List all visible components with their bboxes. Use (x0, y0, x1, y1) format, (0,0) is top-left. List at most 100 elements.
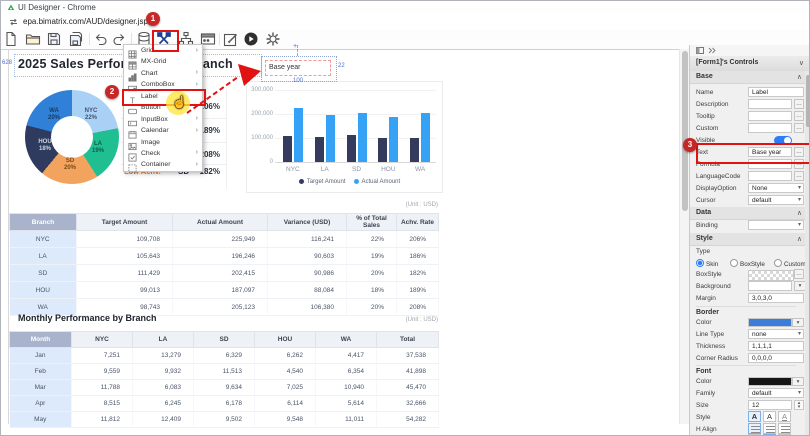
swap-icon[interactable] (9, 18, 18, 26)
prop-row-type-options: Skin BoxStyle Custom (690, 257, 806, 269)
font-color-swatch[interactable] (748, 377, 792, 386)
data-grid[interactable]: MonthNYCLASDHOUWATotalJan7,25113,2796,32… (9, 331, 439, 428)
align-center-button[interactable] (763, 423, 776, 434)
font-size-stepper[interactable]: ▴▾ (794, 400, 804, 410)
menu-item-inputbox[interactable]: InputBox› (124, 114, 202, 125)
languagecode-input[interactable] (748, 171, 792, 181)
displayoption-select[interactable]: None▾ (748, 183, 804, 193)
chevron-down-icon[interactable]: ∨ (799, 59, 804, 67)
legend-dot-icon (354, 179, 359, 184)
collapse-icon[interactable] (708, 47, 716, 54)
gridline (275, 90, 436, 91)
canvas-scrollbar[interactable] (679, 49, 689, 424)
text-input[interactable]: Base year (748, 147, 792, 157)
open-folder-button[interactable] (25, 31, 41, 47)
more-button[interactable]: … (794, 123, 804, 133)
more-button[interactable]: … (794, 99, 804, 109)
name-input[interactable]: Label (748, 87, 804, 97)
linetype-select[interactable]: none▾ (748, 329, 804, 339)
menu-item-label[interactable]: TLabel (124, 91, 202, 102)
run-button[interactable] (243, 31, 259, 47)
prop-label: Color (696, 378, 712, 385)
url-text[interactable]: epa.bimatrix.com/AUD/designer.jsp (23, 17, 148, 26)
more-button[interactable]: … (794, 159, 804, 169)
table-cell: 105,643 (77, 248, 173, 265)
panel-scrollbar[interactable] (805, 71, 810, 436)
more-button[interactable]: … (794, 171, 804, 181)
italic-button[interactable]: A (763, 411, 776, 422)
binding-select[interactable]: ▾ (748, 220, 804, 230)
donut-segment-label: WA20% (48, 108, 60, 122)
menu-item-calendar[interactable]: Calendar› (124, 125, 202, 136)
section-style[interactable]: Style ∧ (690, 233, 806, 246)
underline-button[interactable]: A (778, 411, 791, 422)
menu-item-mx-grid[interactable]: MX-Grid (124, 56, 202, 67)
x-axis-label: WA (405, 166, 435, 173)
visible-toggle[interactable] (774, 136, 792, 145)
menu-item-container[interactable]: Container› (124, 159, 202, 170)
design-canvas[interactable]: 628 2025 Sales Performance by Branch NYC… (1, 49, 679, 424)
cursor-select[interactable]: default▾ (748, 195, 804, 205)
margin-input[interactable]: 3,0,3,0 (748, 293, 804, 303)
boxstyle-swatch[interactable] (748, 270, 794, 281)
save-all-button[interactable] (68, 31, 84, 47)
more-button[interactable]: … (794, 147, 804, 157)
new-file-button[interactable] (3, 31, 19, 47)
save-button[interactable] (46, 31, 62, 47)
base-year-label[interactable]: Base year (265, 60, 331, 76)
chevron-up-icon[interactable]: ∧ (797, 235, 802, 243)
radio-custom[interactable]: Custom (774, 259, 806, 268)
corner-radius-input[interactable]: 0,0,0,0 (748, 353, 804, 363)
chevron-down-icon[interactable]: ▾ (792, 377, 804, 386)
prop-row-binding: Binding ▾ (690, 220, 806, 232)
chevron-up-icon[interactable]: ∧ (797, 209, 802, 217)
custom-input[interactable] (748, 123, 792, 133)
tooltip-input[interactable] (748, 111, 792, 121)
menu-item-button[interactable]: Button (124, 102, 202, 113)
chevron-up-icon[interactable]: ∧ (797, 73, 802, 81)
section-base[interactable]: Base ∧ (690, 71, 806, 84)
radio-boxstyle[interactable]: BoxStyle (730, 259, 765, 268)
donut-hole (51, 116, 93, 158)
thickness-input[interactable]: 1,1,1,1 (748, 341, 804, 351)
menu-item-chart[interactable]: Chart› (124, 68, 202, 79)
align-left-button[interactable] (748, 423, 761, 434)
section-data[interactable]: Data ∧ (690, 207, 806, 220)
table-cell: 4,417 (316, 348, 377, 364)
description-input[interactable] (748, 99, 792, 109)
radio-label: Skin (706, 261, 718, 268)
menu-item-grid[interactable]: Grid› (124, 45, 202, 56)
canvas-scrollbar-thumb[interactable] (682, 51, 688, 211)
chevron-down-icon[interactable]: ▾ (792, 318, 804, 327)
font-family-select[interactable]: default▾ (748, 388, 804, 398)
donut-chart[interactable]: NYC22%LA19%SD20%HOU18%WA20% (25, 90, 119, 184)
panel-header[interactable]: [Form1]'s Controls ∨ (690, 56, 810, 72)
prop-row-corner-radius: Corner Radius 0,0,0,0 (690, 353, 806, 365)
data-grid[interactable]: BranchTarget AmountActual AmountVariance… (9, 213, 439, 316)
radio-skin[interactable]: Skin (696, 259, 718, 268)
more-button[interactable]: … (794, 111, 804, 121)
more-button[interactable]: … (794, 269, 804, 279)
bar-chart[interactable]: 300,000200,000100,0000NYCLASDHOUWATarget… (246, 81, 443, 193)
section-style-title: Style (696, 235, 713, 242)
undo-button[interactable] (93, 31, 109, 47)
panel-scrollbar-thumb[interactable] (806, 75, 810, 127)
prop-row-description: Description … (690, 99, 806, 111)
menu-item-image[interactable]: Image (124, 137, 202, 148)
select-value: default (752, 390, 772, 397)
formula-input[interactable] (748, 159, 792, 169)
border-color-swatch[interactable] (748, 318, 792, 327)
menu-item-combobox[interactable]: ComboBox› (124, 79, 202, 90)
align-right-button[interactable] (778, 423, 791, 434)
table-cell: 11,513 (194, 364, 255, 380)
font-size-input[interactable]: 12 (748, 400, 792, 410)
ui-designer-window: UI Designer - Chrome epa.bimatrix.com/AU… (0, 0, 810, 436)
background-input[interactable] (748, 281, 792, 291)
edit-button[interactable] (223, 31, 239, 47)
component-menu: Grid›MX-GridChart›ComboBox›TLabelButtonI… (123, 44, 203, 172)
settings-button[interactable] (265, 31, 281, 47)
menu-item-check[interactable]: Check› (124, 148, 202, 159)
url-bar[interactable]: epa.bimatrix.com/AUD/designer.jsp (1, 14, 810, 30)
dock-icon[interactable] (696, 47, 704, 54)
bold-button[interactable]: A (748, 411, 761, 422)
